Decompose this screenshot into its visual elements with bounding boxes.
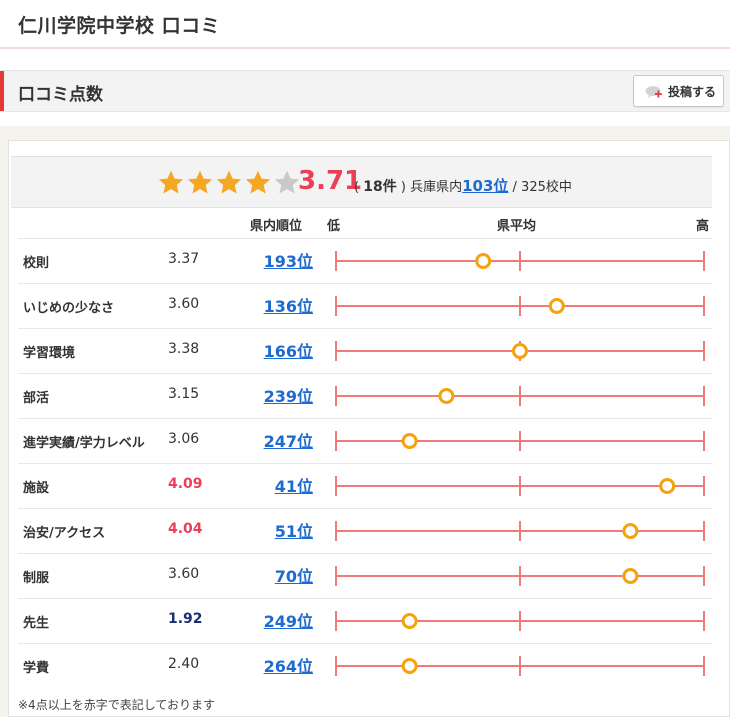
star-filled-icon	[158, 170, 184, 194]
score-position-chart	[335, 341, 705, 361]
score-marker	[622, 568, 639, 584]
score-marker	[401, 613, 418, 629]
row-score: 4.09	[168, 476, 203, 492]
score-marker	[622, 523, 639, 539]
star-filled-icon	[187, 170, 213, 194]
score-row: いじめの少なさ 3.60 136位	[18, 283, 712, 328]
count-open-paren: (	[354, 180, 360, 195]
overall-score: 3.71	[298, 166, 363, 196]
page-header: 仁川学院中学校 口コミ	[0, 0, 730, 49]
score-marker	[548, 298, 565, 314]
score-row: 治安/アクセス 4.04 51位	[18, 508, 712, 553]
score-marker	[401, 658, 418, 674]
score-marker	[401, 433, 418, 449]
row-label: 部活	[23, 391, 50, 406]
score-position-chart	[335, 296, 705, 316]
row-rank-link[interactable]: 136位	[264, 293, 313, 317]
row-label: 学習環境	[23, 346, 76, 361]
score-position-chart	[335, 431, 705, 451]
chart-low-label: 低	[327, 219, 341, 234]
total-schools: / 325校中	[512, 180, 572, 195]
score-position-chart	[335, 611, 705, 631]
row-rank-link[interactable]: 249位	[264, 608, 313, 632]
row-score: 1.92	[168, 611, 203, 627]
chart-high-label: 高	[696, 219, 710, 234]
prefecture-label: 兵庫県内	[410, 180, 463, 195]
score-row: 校則 3.37 193位	[18, 238, 712, 283]
row-rank-link[interactable]: 247位	[264, 428, 313, 452]
overall-rating-bar: 3.71 ( 18件 ) 兵庫県内103位 / 325校中	[11, 156, 712, 208]
row-rank-link[interactable]: 166位	[264, 338, 313, 362]
score-row: 施設 4.09 41位	[18, 463, 712, 508]
post-review-button[interactable]: 投稿する	[633, 75, 724, 107]
score-marker	[659, 478, 676, 494]
page-title: 仁川学院中学校 口コミ	[18, 15, 221, 37]
score-marker	[475, 253, 492, 269]
row-score: 3.38	[168, 341, 200, 357]
score-position-chart	[335, 251, 705, 271]
row-rank-link[interactable]: 264位	[264, 653, 313, 677]
row-score: 3.37	[168, 251, 200, 267]
row-label: 学費	[23, 661, 50, 676]
score-position-chart	[335, 656, 705, 676]
score-marker	[438, 388, 455, 404]
row-rank-link[interactable]: 41位	[275, 473, 313, 497]
row-label: 施設	[23, 481, 50, 496]
star-filled-icon	[245, 170, 271, 194]
row-label: 治安/アクセス	[23, 526, 106, 541]
score-row: 先生 1.92 249位	[18, 598, 712, 643]
section-title: 口コミ点数	[18, 85, 103, 105]
row-rank-link[interactable]: 193位	[264, 248, 313, 272]
prefecture-rank-link[interactable]: 103位	[462, 177, 508, 195]
row-rank-link[interactable]: 239位	[264, 383, 313, 407]
section-header: 口コミ点数	[0, 70, 730, 112]
row-rank-link[interactable]: 51位	[275, 518, 313, 542]
count-close-paren: )	[400, 180, 406, 195]
star-empty-icon	[274, 170, 300, 194]
score-position-chart	[335, 386, 705, 406]
score-row: 制服 3.60 70位	[18, 553, 712, 598]
row-label: 校則	[23, 256, 50, 271]
row-score: 4.04	[168, 521, 203, 537]
row-label: 先生	[23, 616, 50, 631]
section-accent-bar	[0, 71, 4, 111]
row-score: 3.60	[168, 296, 200, 312]
chart-average-label: 県平均	[497, 219, 537, 234]
score-marker	[512, 343, 528, 359]
score-row: 進学実績/学力レベル 3.06 247位	[18, 418, 712, 463]
score-position-chart	[335, 476, 705, 496]
rating-info: ( 18件 ) 兵庫県内103位 / 325校中	[354, 175, 572, 196]
score-position-chart	[335, 521, 705, 541]
rank-column-header: 県内順位	[250, 219, 303, 234]
score-row: 学費 2.40 264位	[18, 643, 712, 688]
row-score: 3.06	[168, 431, 200, 447]
row-label: 進学実績/学力レベル	[23, 436, 145, 451]
row-score: 3.15	[168, 386, 200, 402]
post-button-label: 投稿する	[668, 85, 717, 99]
row-label: 制服	[23, 571, 50, 586]
score-row: 学習環境 3.38 166位	[18, 328, 712, 373]
row-score: 2.40	[168, 656, 200, 672]
star-filled-icon	[216, 170, 242, 194]
row-score: 3.60	[168, 566, 200, 582]
score-position-chart	[335, 566, 705, 586]
row-label: いじめの少なさ	[23, 301, 115, 316]
speech-bubble-plus-icon	[645, 86, 662, 98]
row-rank-link[interactable]: 70位	[275, 563, 313, 587]
star-rating	[157, 169, 302, 197]
review-count: 18件	[363, 179, 397, 195]
footnote: ※4点以上を赤字で表記しております	[18, 698, 215, 712]
score-row: 部活 3.15 239位	[18, 373, 712, 418]
